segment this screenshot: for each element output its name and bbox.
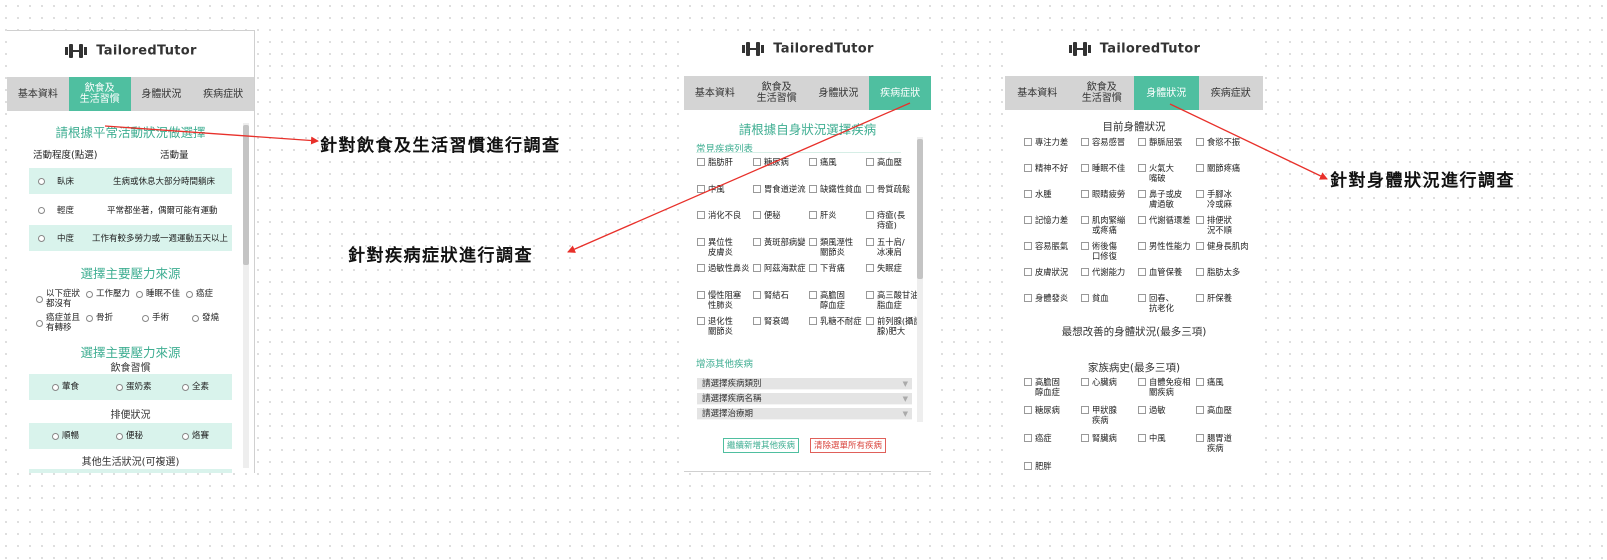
annotation-disease: 針對疾病症狀進行調查 — [348, 246, 533, 266]
arrow-diet — [104, 125, 319, 145]
annotation-body: 針對身體狀況進行調查 — [1330, 171, 1515, 191]
arrow-body — [1169, 103, 1328, 180]
arrow-disease — [567, 102, 911, 253]
annotation-arrows — [104, 102, 1328, 253]
annotation-diet: 針對飲食及生活習慣進行調查 — [320, 136, 561, 156]
